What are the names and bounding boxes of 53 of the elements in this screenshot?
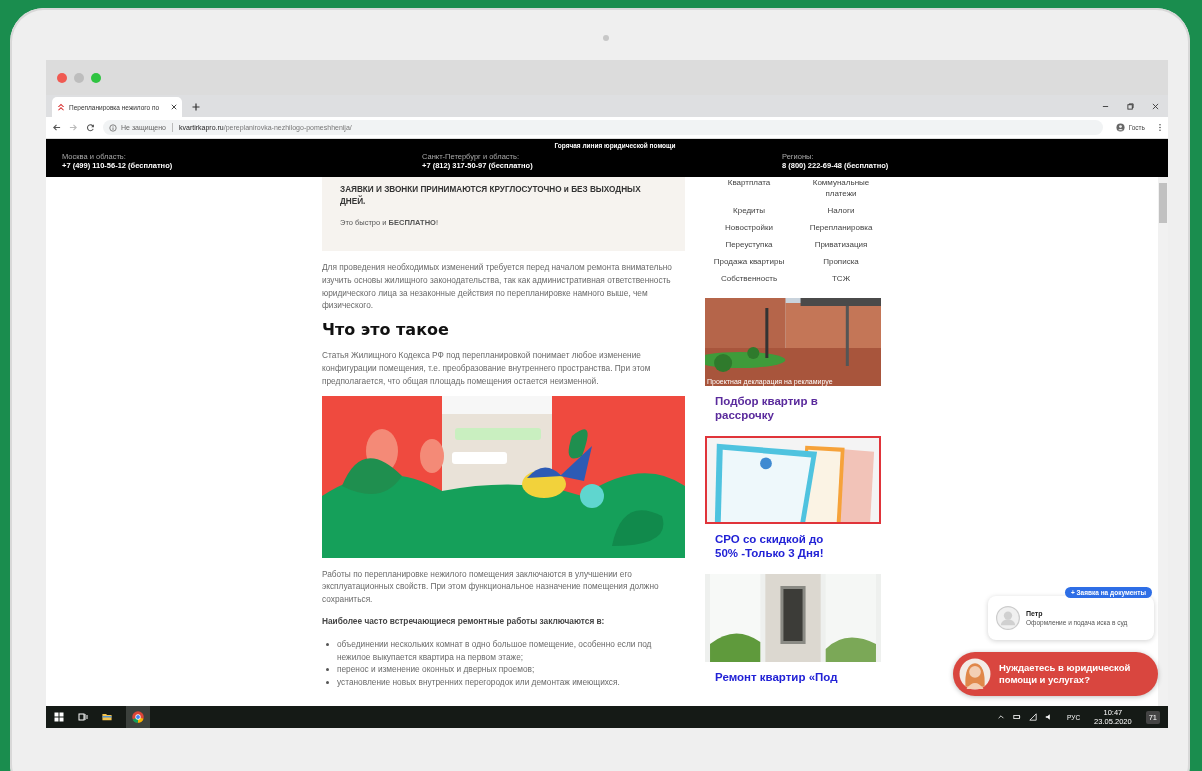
category-link[interactable]: Прописка xyxy=(797,256,885,267)
menu-icon[interactable] xyxy=(1158,123,1162,132)
avatar-icon xyxy=(959,658,991,690)
minimize-icon[interactable] xyxy=(1102,103,1109,110)
scrollbar[interactable] xyxy=(1158,177,1168,706)
chat-button[interactable]: Нуждаетесь в юридической помощи и услугах? xyxy=(953,652,1158,696)
category-link[interactable]: Коммунальные платежи xyxy=(797,177,885,199)
info-icon xyxy=(109,123,117,132)
browser-icon xyxy=(132,711,144,723)
bullet-icon xyxy=(326,642,329,646)
category-link[interactable]: Квартплата xyxy=(705,177,793,199)
folder-icon[interactable] xyxy=(102,712,112,722)
paragraph: Работы по перепланировке нежилого помещения заключаются в улучшении его эксплуатационных свойств. При этом функциональное назначение помещения должно сохраниться. xyxy=(322,567,660,606)
bullet-icon xyxy=(326,668,329,672)
close-icon[interactable] xyxy=(1152,103,1159,110)
list-title: Наиболее часто встречающиеся ремонтные работы заключаются в: xyxy=(322,614,606,628)
category-link[interactable]: Переуступка xyxy=(705,239,793,250)
ad-title[interactable]: СРО со скидкой до 50% -Только 3 Дня! xyxy=(705,524,881,560)
category-link[interactable]: ТСЖ xyxy=(797,273,885,284)
list-item: перенос и изменение оконных и дверных проемов; xyxy=(337,663,535,677)
battery-icon[interactable] xyxy=(1013,713,1022,721)
close-icon[interactable] xyxy=(171,104,177,110)
reload-icon[interactable] xyxy=(86,123,95,132)
ad-title[interactable]: Подбор квартир в рассрочку xyxy=(705,386,881,422)
bullet-icon xyxy=(326,681,329,685)
ad-title[interactable]: Ремонт квартир «Под xyxy=(705,662,881,684)
scrollbar-thumb[interactable] xyxy=(1159,183,1167,223)
paragraph: Статья Жилищного Кодекса РФ под перепланировкой понимает любое изменение конфигурации помещения, т.е. преобразование внутреннего пространства. При этом предполагается, что общая площадь помещения остается неизменной. xyxy=(322,349,652,388)
category-link[interactable]: Продажа квартиры xyxy=(705,256,793,267)
back-icon[interactable] xyxy=(52,123,61,132)
section-heading: Что это такое xyxy=(322,320,450,340)
windows-start-icon[interactable] xyxy=(54,712,64,722)
category-link[interactable]: Перепланировка xyxy=(797,222,885,233)
person-icon xyxy=(1115,123,1125,132)
list-item: объединении нескольких комнат в одно большое помещение, особенно если под нежилое выкупается квартира на первом этаже; xyxy=(337,637,653,664)
category-link[interactable]: Собственность xyxy=(705,273,793,284)
plus-icon[interactable] xyxy=(192,103,200,111)
category-link[interactable]: Налоги xyxy=(797,205,885,216)
network-icon[interactable] xyxy=(1029,713,1038,721)
task-view-icon[interactable] xyxy=(78,712,88,722)
category-link[interactable]: Кредиты xyxy=(705,205,793,216)
notice-text: ЗАЯВКИ И ЗВОНКИ ПРИНИМАЮТСЯ КРУГЛОСУТОЧНО и БЕЗ ВЫХОДНЫХ ДНЕЙ. xyxy=(340,184,642,208)
list-item: установление новых внутренних перегородок или демонтаж имеющихся. xyxy=(337,676,620,689)
restore-icon[interactable] xyxy=(1127,103,1134,110)
chevron-up-icon[interactable] xyxy=(997,713,1006,721)
avatar-icon xyxy=(996,606,1020,630)
paragraph: Для проведения необходимых изменений требуется перед началом ремонта внимательно изучить основы жилищного законодательства, так как административная ответственность юридического лица за незаконные действия по перепланировке намного выше, чем физического. xyxy=(322,261,673,313)
chat-prompt: Нуждаетесь в юридической помощи и услугах? xyxy=(999,662,1132,686)
chevron-logo-icon xyxy=(57,103,65,111)
camera-icon xyxy=(603,35,609,41)
category-link[interactable]: Новостройки xyxy=(705,222,793,233)
category-link[interactable]: Приватизация xyxy=(797,239,885,250)
taskbar-app-button[interactable] xyxy=(126,706,150,728)
